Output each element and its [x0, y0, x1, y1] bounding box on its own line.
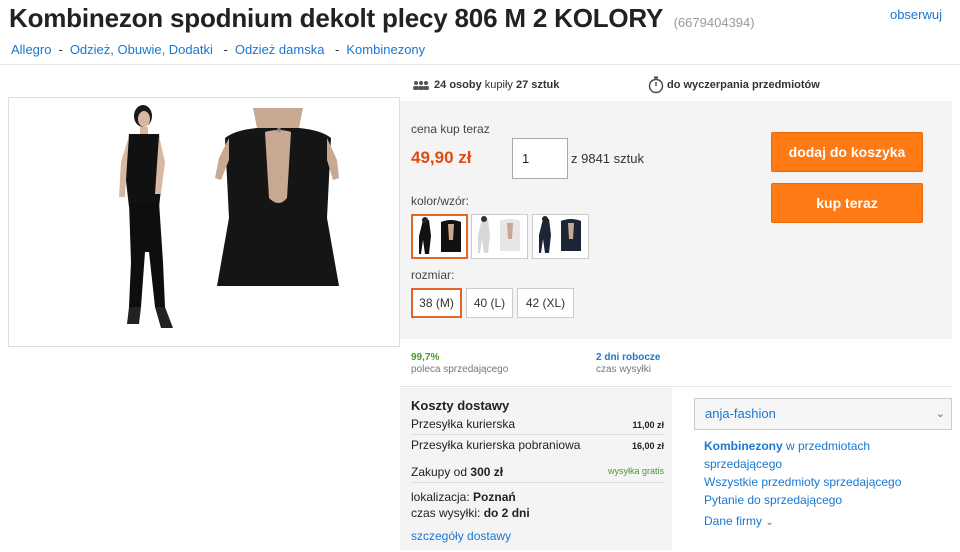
- cod-price: 16,00 zł: [631, 441, 664, 451]
- divider: [0, 64, 960, 65]
- product-photo-back[interactable]: [215, 108, 341, 288]
- size-option-38[interactable]: 38 (M): [411, 288, 462, 318]
- free-amount: 300 zł: [470, 465, 504, 479]
- dispatch-label: czas wysyłki:: [411, 506, 481, 520]
- buyers-persons: osoby: [449, 79, 482, 91]
- company-data-link[interactable]: Dane firmy ⌄: [704, 512, 944, 532]
- company-data-label: Dane firmy: [704, 514, 763, 528]
- color-swatch-navy-image: [539, 216, 581, 253]
- divider: [411, 434, 665, 435]
- product-photo-front[interactable]: [99, 102, 195, 342]
- location-value: Poznań: [473, 490, 516, 504]
- delivery-heading: Koszty dostawy: [411, 398, 510, 413]
- color-swatch-black-image: [419, 217, 461, 254]
- stopwatch-icon: [648, 76, 664, 94]
- breadcrumb-separator: -: [58, 42, 63, 57]
- shipping-time: 2 dni robocze czas wysyłki: [596, 352, 660, 376]
- product-gallery[interactable]: [8, 97, 400, 347]
- courier-label: Przesyłka kurierska: [411, 417, 516, 431]
- offer-duration: do wyczerpania przedmiotów: [648, 76, 820, 94]
- seller-all-items-link[interactable]: Wszystkie przedmioty sprzedającego: [704, 473, 944, 491]
- breadcrumb: Allegro - Odzież, Obuwie, Dodatki - Odzież …: [11, 42, 425, 57]
- price-label: cena kup teraz: [411, 122, 490, 136]
- recommend-label: poleca sprzedającego: [411, 364, 509, 375]
- size-option-42[interactable]: 42 (XL): [517, 288, 574, 318]
- color-swatch-navy[interactable]: [532, 214, 589, 259]
- breadcrumb-separator: -: [331, 42, 340, 57]
- quantity-available: z 9841 sztuk: [571, 151, 644, 166]
- buyers-items: 27 sztuk: [515, 79, 560, 91]
- color-swatch-black[interactable]: [411, 214, 468, 259]
- buy-now-button[interactable]: kup teraz: [771, 183, 923, 223]
- size-label: rozmiar:: [411, 268, 455, 282]
- free-shipping-label: wysyłka gratis: [607, 466, 664, 476]
- color-swatch-white[interactable]: [471, 214, 528, 259]
- users-icon: [413, 81, 429, 91]
- watch-link[interactable]: obserwuj: [890, 7, 942, 22]
- breadcrumb-item-womens[interactable]: Odzież damska: [235, 42, 325, 57]
- quantity-input[interactable]: 1: [512, 138, 568, 179]
- buyers-bought: kupiły: [484, 79, 513, 91]
- delivery-details-link[interactable]: szczegóły dostawy: [411, 529, 511, 543]
- color-label: kolor/wzór:: [411, 194, 470, 208]
- divider: [400, 386, 952, 387]
- seller-recommend: 99,7% poleca sprzedającego: [411, 352, 508, 376]
- seller-category-link[interactable]: Kombinezony w przedmiotach sprzedającego: [704, 437, 944, 473]
- seller-dropdown[interactable]: anja-fashion ⌄: [694, 398, 952, 430]
- buyers-info: 24 osoby kupiły 27 sztuk: [412, 79, 559, 91]
- size-option-40[interactable]: 40 (L): [466, 288, 513, 318]
- dispatch-time: czas wysyłki: do 2 dni: [411, 506, 530, 520]
- breadcrumb-separator: -: [219, 42, 228, 57]
- free-shipping-threshold: Zakupy od 300 zł: [411, 465, 503, 479]
- offer-duration-text: do wyczerpania przedmiotów: [667, 78, 820, 91]
- buyers-count: 24: [434, 79, 447, 91]
- seller-category-bold: Kombinezony: [704, 439, 783, 453]
- color-swatch-white-image: [478, 216, 520, 253]
- divider: [411, 482, 665, 483]
- chevron-down-icon: ⌄: [765, 517, 774, 528]
- breadcrumb-item-allegro[interactable]: Allegro: [11, 42, 51, 57]
- free-prefix: Zakupy od: [411, 465, 468, 479]
- add-to-cart-button[interactable]: dodaj do koszyka: [771, 132, 923, 172]
- cod-label: Przesyłka kurierska pobraniowa: [411, 438, 581, 452]
- delivery-costs: Koszty dostawy Przesyłka kurierska 11,00…: [400, 388, 672, 550]
- recommend-value: 99,7%: [411, 352, 440, 363]
- offer-id: (6679404394): [673, 15, 755, 30]
- page-title: Kombinezon spodnium dekolt plecy 806 M 2…: [9, 3, 664, 33]
- location-label: lokalizacja:: [411, 490, 470, 504]
- shipping-time-label: czas wysyłki: [596, 364, 652, 375]
- price: 49,90 zł: [411, 148, 472, 167]
- breadcrumb-item-clothing[interactable]: Odzież, Obuwie, Dodatki: [70, 42, 213, 57]
- shipping-time-value: 2 dni robocze: [596, 352, 661, 363]
- courier-price: 11,00 zł: [632, 420, 664, 430]
- chevron-down-icon: ⌄: [935, 408, 945, 420]
- seller-links: Kombinezony w przedmiotach sprzedającego…: [704, 437, 944, 532]
- buy-box: cena kup teraz 49,90 zł 1 z 9841 sztuk d…: [400, 101, 952, 339]
- location: lokalizacja: Poznań: [411, 490, 516, 504]
- title-row: Kombinezon spodnium dekolt plecy 806 M 2…: [9, 3, 954, 37]
- dispatch-value: do 2 dni: [483, 506, 530, 520]
- seller-name: anja-fashion: [705, 406, 776, 421]
- breadcrumb-item-jumpsuits[interactable]: Kombinezony: [346, 42, 425, 57]
- ask-seller-link[interactable]: Pytanie do sprzedającego: [704, 491, 944, 509]
